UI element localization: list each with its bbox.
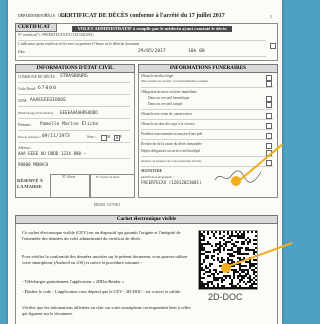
naissance-value: 09/11/1973 xyxy=(42,134,70,139)
mairie-acte-label: N° d'acte xyxy=(62,175,76,179)
cachet-paragraph-5: Vérifier que les informations affichées … xyxy=(22,305,191,316)
funeraire-row-2: Obligation de mise en bière immédiate xyxy=(141,90,197,94)
hour-value: 10h 00 xyxy=(188,49,205,54)
sexe-label: Sexe : xyxy=(87,135,96,139)
death-certificate-document: DÉPARTEMENT : Rhin (Bas) CERTIFICAT DE D… xyxy=(8,0,282,324)
issuer-value: FRCERTECXX (12012021001) xyxy=(141,180,202,185)
certificat-number-line: N° certificat(°) : FRCERTECXXXX (1201202… xyxy=(18,33,94,37)
commune-label: COMMUNE DE DÉCÈS : xyxy=(18,75,57,79)
funeraire-row-5: Prothèse fonctionnant au moyen d'une pil… xyxy=(141,132,203,136)
funeraire-row-1b: Mise en bière en cercueil : Cercueil imm… xyxy=(141,79,209,83)
signature-label: SIGNATURE xyxy=(141,169,163,173)
nom-label: NOM : xyxy=(18,99,29,103)
naissance-label: Date de naissance : xyxy=(18,135,42,139)
certificat-header: CERTIFICAT xyxy=(15,23,57,32)
code-postal-label: Code Postal : xyxy=(18,87,38,91)
mairie-ordre-label: N° d'ordre de décès xyxy=(96,175,120,179)
funeraire-row-3: Obstacle aux soins de conservation xyxy=(141,112,192,116)
funeraire-row-6: Recherche de la cause du décès demandée xyxy=(141,142,202,146)
date-value: 29/05/2017 xyxy=(138,49,166,54)
qr-label: 2D-DOC xyxy=(208,292,243,302)
funeraire-row-4: Obstacle au don du corps à la science xyxy=(141,122,195,126)
prenoms-value: Pamelle Marine Éliche xyxy=(40,122,99,127)
certificat-checkbox[interactable] xyxy=(270,43,276,49)
certificate-title: CERTIFICAT DE DÉCÈS conforme à l'arrêté … xyxy=(60,13,225,19)
cachet-paragraph-3: - Télécharger gratuitement l'application… xyxy=(22,279,125,284)
certificat-info-line: L'indicateur qu'un certificat est lié av… xyxy=(18,42,140,46)
commune-value: STRASBOURG xyxy=(60,74,88,79)
reserve-mairie-label: RÉSERVÉ À LA MAIRIE xyxy=(17,178,47,189)
prenoms-label: Prénoms : xyxy=(18,123,33,127)
nom-usage-value: EEEEAAAAHRSODDO xyxy=(60,110,98,115)
etat-civil-header: INFORMATIONS D'ÉTAT CIVIL xyxy=(15,64,135,73)
cachet-paragraph-1: Ce cachet électronique visible (CEV) est… xyxy=(22,230,181,241)
department-label: DÉPARTEMENT : xyxy=(18,14,48,18)
reserve-mairie-text: RÉSERVÉ À LA MAIRIE xyxy=(17,178,44,189)
funeraire-checkbox-2b[interactable] xyxy=(266,102,272,108)
funeraires-header: INFORMATIONS FUNÉRAIRES xyxy=(138,64,278,73)
cachet-paragraph-4: - Flasher le code : L'application vous d… xyxy=(22,289,181,294)
cachet-header: Cachet électronique visible xyxy=(15,215,278,224)
cachet-paragraph-2: Pour vérifier la conformité des données … xyxy=(22,254,188,265)
funeraire-row-8: Obstacle au transport du corps avant mis… xyxy=(141,159,202,163)
mairie-code: ERGD1 1/271601 xyxy=(94,203,121,207)
ville-value: 98000 MONACO xyxy=(18,162,49,167)
code-postal-value: 67000 xyxy=(38,86,57,91)
funeraire-row-2a: Dans un cercueil hermétique xyxy=(148,96,190,100)
sexe-f-label: F xyxy=(120,135,122,139)
nom-value: AAAEEEEGIOOOE xyxy=(30,98,66,103)
nom-usage-label: NOM d'usage (Nom marital) : xyxy=(18,111,55,115)
funeraire-row-7: Dépôt obligatoire au service médicolégal xyxy=(141,149,201,153)
adresse-value: AAA EEEE UU DDDD 1234 888 — xyxy=(18,151,87,156)
certificate-ref: 1 xyxy=(270,14,272,19)
date-label: Date xyxy=(18,50,25,54)
volet-administratif-banner: VOLET ADMINISTRATIF à remplir par le méd… xyxy=(72,26,232,32)
funeraire-checkbox-6[interactable] xyxy=(266,143,272,149)
issuer-label: Identification du médecin : xyxy=(141,175,174,179)
funeraire-row-2b: Dans un cercueil simple xyxy=(148,102,183,106)
sexe-m-label: M xyxy=(107,135,111,139)
qr-code-2d-doc[interactable] xyxy=(198,230,258,290)
